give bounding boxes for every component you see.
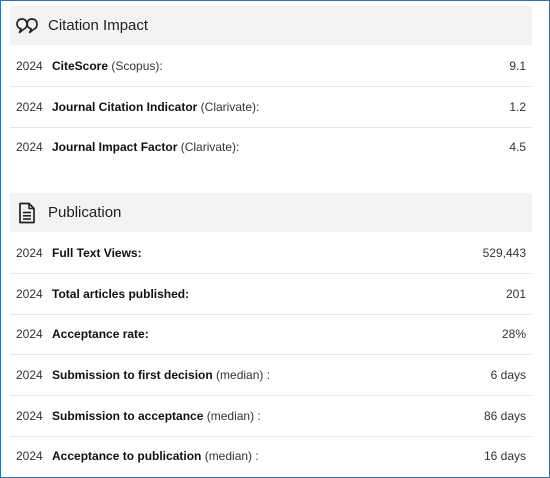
metric-value: 16 days [483, 449, 526, 463]
metric-year: 2024 [16, 59, 43, 73]
section-title: Publication [48, 204, 122, 221]
metric-year: 2024 [16, 246, 43, 260]
metric-row: 2024 Journal Citation Indicator (Clariva… [10, 87, 532, 128]
metric-value: 6 days [490, 368, 526, 382]
metric-label: Journal Impact Factor (Clarivate): [52, 140, 240, 154]
metric-value: 4.5 [509, 140, 526, 154]
metric-label: Journal Citation Indicator (Clarivate): [52, 100, 260, 114]
metric-year: 2024 [16, 140, 43, 154]
metric-value: 201 [505, 287, 526, 301]
metric-year: 2024 [16, 449, 43, 463]
citation-impact-header: Citation Impact [10, 6, 532, 45]
metric-row: 2024 Submission to acceptance (median) :… [10, 396, 532, 437]
metric-year: 2024 [16, 327, 43, 341]
document-icon [16, 202, 38, 224]
metric-year: 2024 [16, 287, 43, 301]
metric-row: 2024 CiteScore (Scopus): 9.1 [10, 46, 532, 87]
metric-year: 2024 [16, 409, 43, 423]
metric-value: 529,443 [482, 246, 526, 260]
quote-bubble-icon [16, 15, 38, 37]
metric-value: 9.1 [509, 59, 526, 73]
metric-value: 86 days [483, 409, 526, 423]
metric-value: 1.2 [509, 100, 526, 114]
metric-label: CiteScore (Scopus): [52, 59, 163, 73]
metric-row: 2024 Acceptance rate: 28% [10, 314, 532, 355]
metric-row: 2024 Acceptance to publication (median) … [10, 436, 532, 476]
metric-label: Submission to first decision (median) : [52, 368, 271, 382]
section-title: Citation Impact [48, 17, 149, 34]
publication-header: Publication [10, 193, 532, 232]
metric-label: Full Text Views: [52, 246, 142, 260]
metric-label: Submission to acceptance (median) : [52, 409, 261, 423]
metric-value: 28% [501, 327, 526, 341]
metric-label: Total articles published: [52, 287, 190, 301]
metrics-panel: Citation Impact 2024 CiteScore (Scopus):… [0, 0, 550, 478]
metric-label: Acceptance to publication (median) : [52, 449, 259, 463]
metric-row: 2024 Full Text Views: 529,443 [10, 233, 532, 274]
metric-year: 2024 [16, 368, 43, 382]
metric-row: 2024 Total articles published: 201 [10, 274, 532, 315]
metric-row: 2024 Journal Impact Factor (Clarivate): … [10, 127, 532, 167]
metric-year: 2024 [16, 100, 43, 114]
metric-row: 2024 Submission to first decision (media… [10, 355, 532, 396]
metric-label: Acceptance rate: [52, 327, 149, 341]
